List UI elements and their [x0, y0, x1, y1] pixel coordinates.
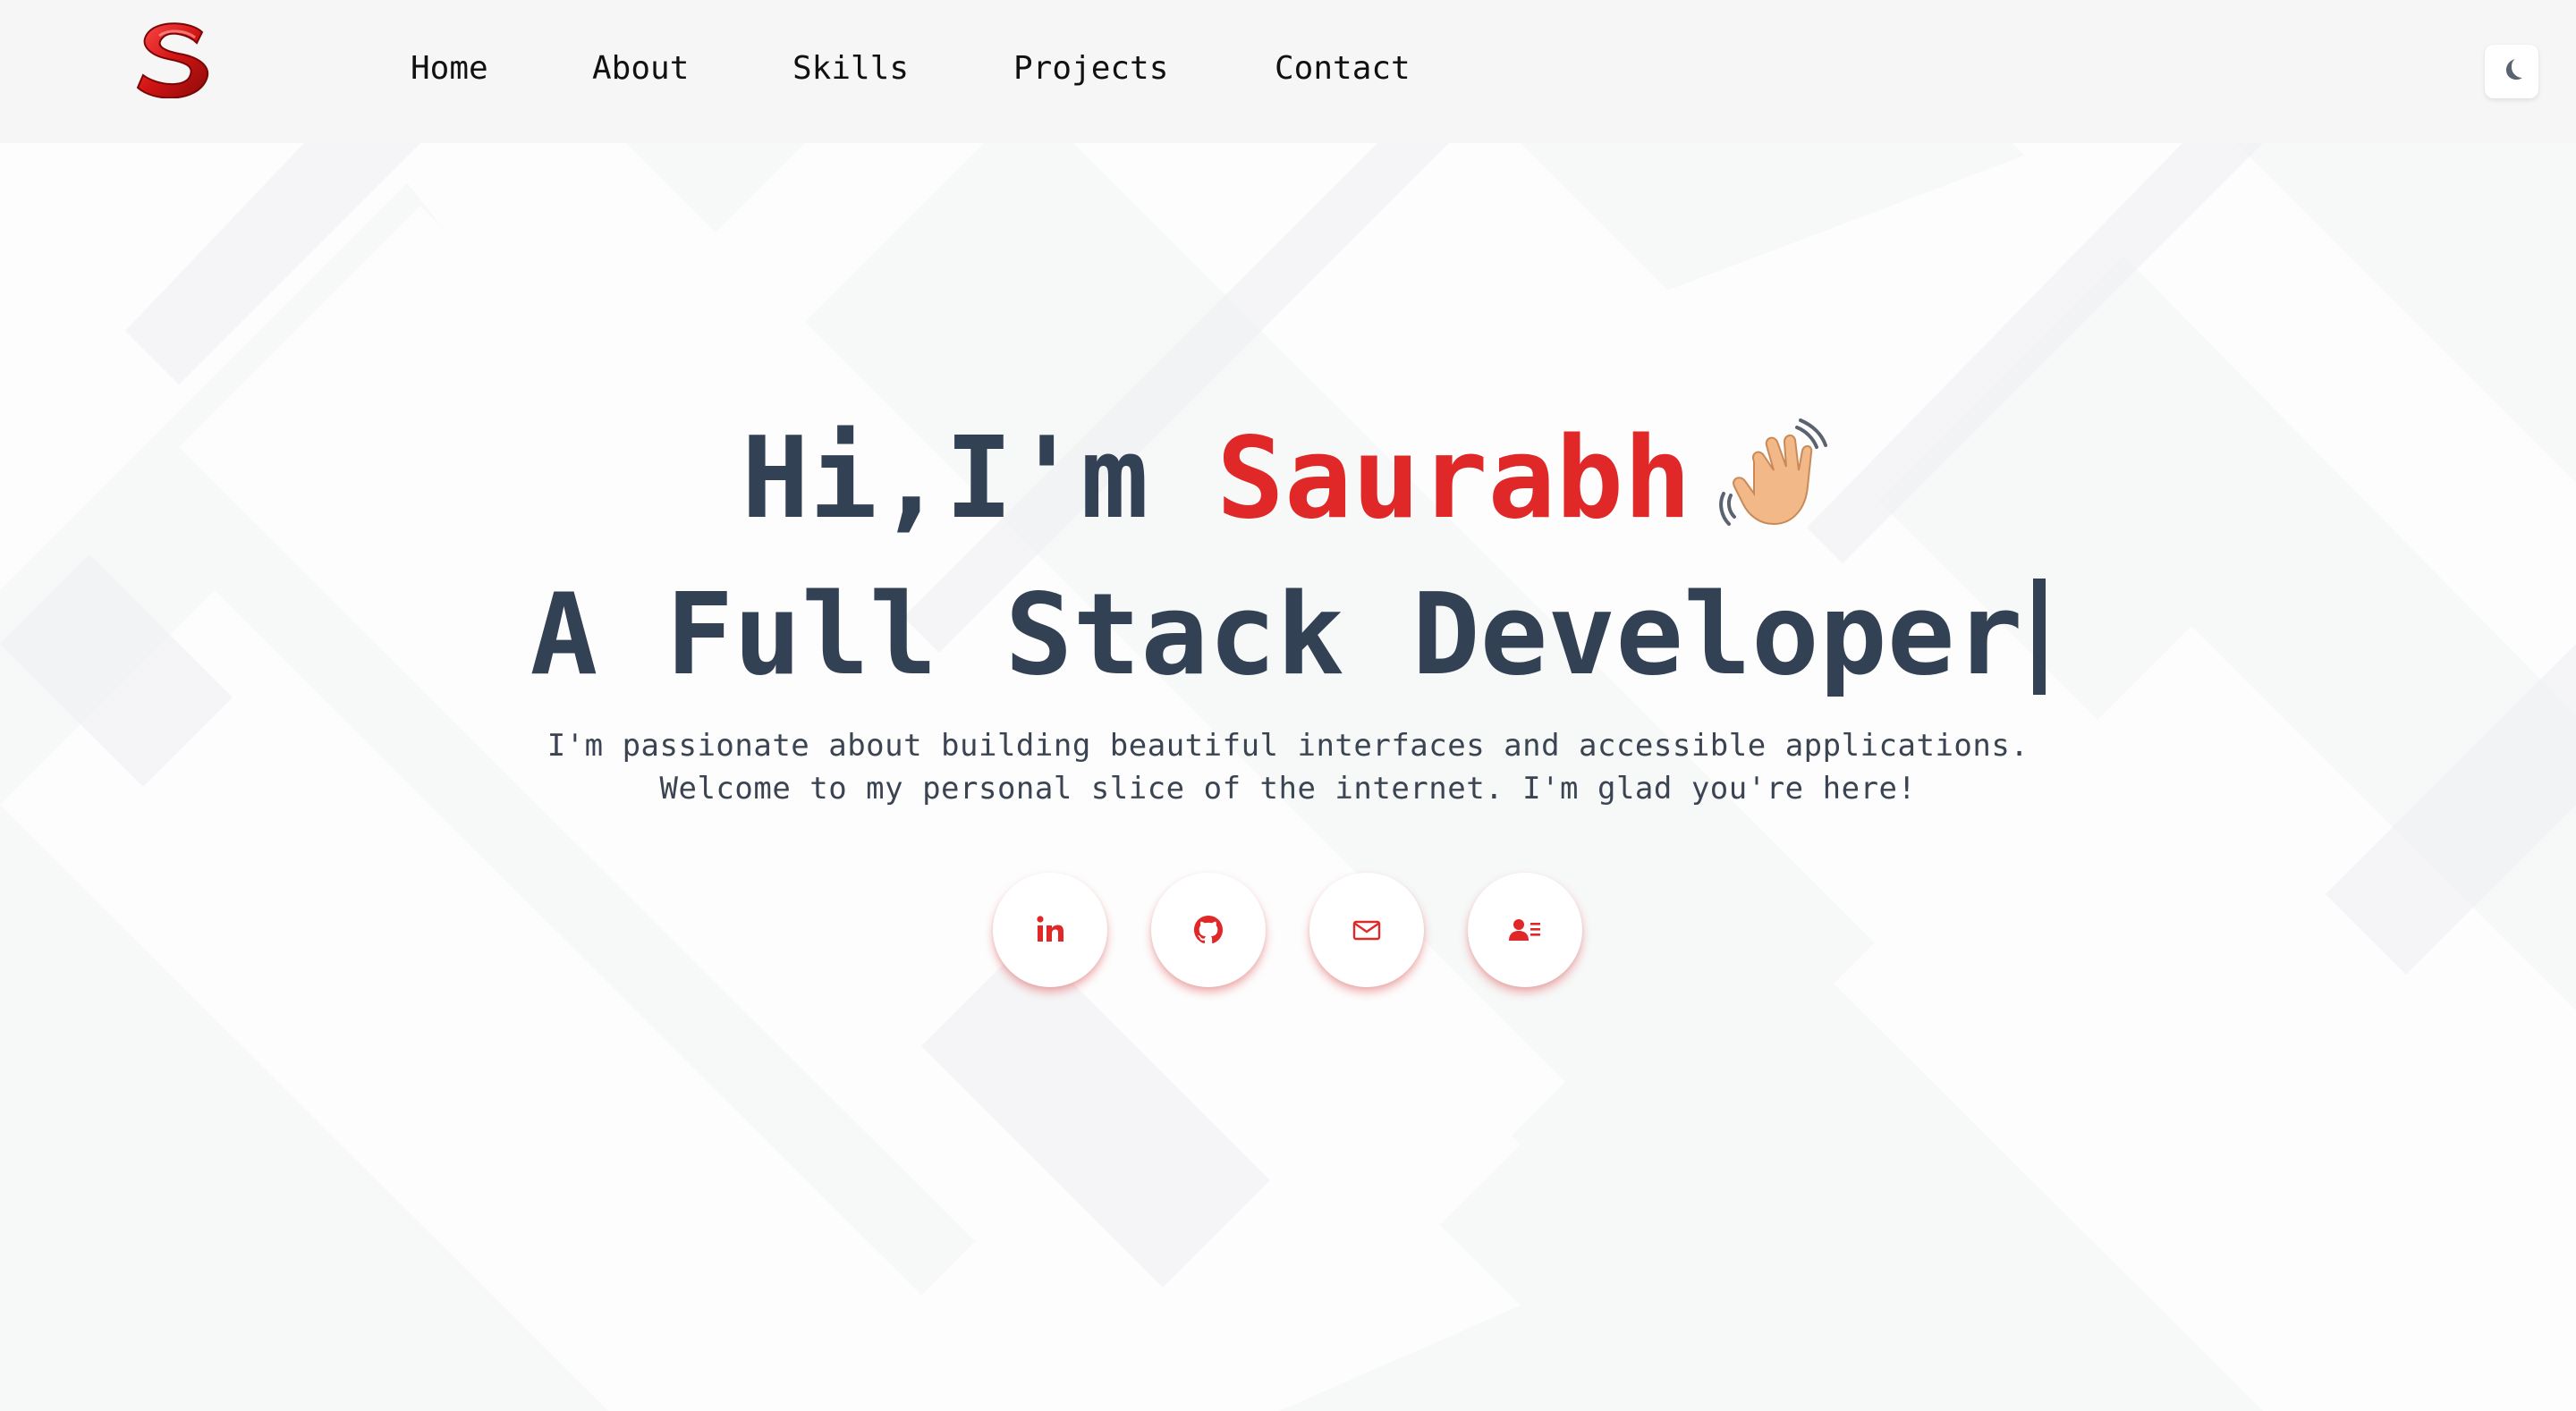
tagline-line-2: Welcome to my personal slice of the inte…: [659, 771, 1917, 807]
github-icon: [1192, 914, 1224, 946]
nav-link-skills[interactable]: Skills: [792, 50, 909, 87]
contact-card-icon: [1509, 917, 1541, 943]
nav-links: Home About Skills Projects Contact: [0, 0, 1521, 143]
linkedin-button[interactable]: [993, 873, 1107, 987]
email-button[interactable]: [1309, 873, 1424, 987]
social-links: [0, 873, 2576, 989]
linkedin-icon: [1035, 915, 1065, 945]
resume-button[interactable]: [1468, 873, 1582, 987]
nav-link-home[interactable]: Home: [411, 50, 488, 87]
tagline-line-1: I'm passionate about building beautiful …: [547, 728, 2029, 764]
nav-link-contact[interactable]: Contact: [1275, 50, 1411, 87]
theme-toggle-button[interactable]: [2485, 45, 2538, 98]
waving-hand-icon: [1718, 418, 1835, 535]
typing-cursor: [2033, 579, 2046, 696]
hero-greeting: Hi,I'm Saurabh: [0, 411, 2576, 545]
moon-icon: [2497, 55, 2526, 88]
navbar: Home About Skills Projects Contact: [0, 0, 2576, 143]
hero-role-text: A Full Stack Developer: [530, 569, 2023, 700]
hero-tagline: I'm passionate about building beautiful …: [0, 724, 2576, 810]
greeting-prefix: Hi,I'm: [741, 412, 1216, 544]
mail-icon: [1352, 917, 1382, 942]
nav-link-projects[interactable]: Projects: [1013, 50, 1168, 87]
nav-link-about[interactable]: About: [592, 50, 689, 87]
hero-role: A Full Stack Developer: [0, 568, 2576, 702]
github-button[interactable]: [1151, 873, 1266, 987]
hero-section: Hi,I'm Saurabh A Full Stack Developer I'…: [0, 143, 2576, 1411]
hero-name: Saurabh: [1216, 412, 1692, 544]
